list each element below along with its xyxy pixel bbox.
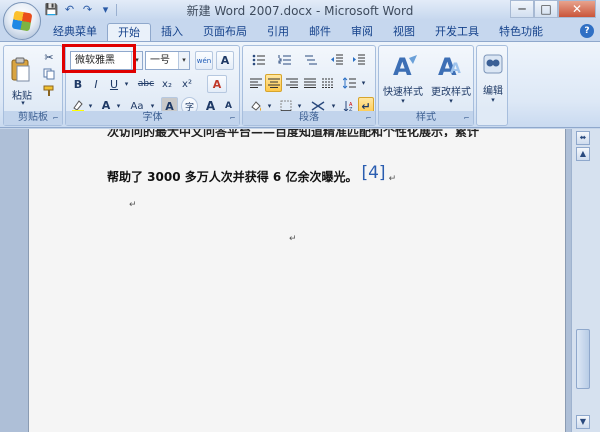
find-icon[interactable] [480, 49, 505, 79]
strikethrough-button[interactable]: abc [136, 75, 156, 93]
paste-icon [11, 57, 30, 82]
scroll-thumb[interactable] [576, 329, 590, 389]
change-styles-icon[interactable]: AA [429, 49, 471, 83]
justify-icon[interactable] [301, 74, 318, 92]
align-center-icon[interactable] [265, 74, 282, 92]
clear-formatting-button[interactable]: A [207, 75, 227, 93]
office-logo-icon [11, 10, 33, 32]
bold-button[interactable]: B [70, 75, 86, 93]
tab-9[interactable]: 特色功能 [489, 23, 553, 42]
multilevel-list-icon[interactable] [299, 51, 323, 69]
empty-paragraph-mark-2: ↵ [289, 234, 297, 244]
document-line-partial: 次访问的最大中文问答平台——百度知道精准匹配和个性化展示，累计 [107, 129, 480, 137]
tab-3[interactable]: 页面布局 [193, 23, 257, 42]
cut-icon[interactable]: ✂ [40, 49, 58, 65]
paste-button[interactable] [8, 49, 34, 91]
ribbon: 粘贴 ▾ ✂ 剪贴板 ⌐ 微软雅黑 ▾ 一号 ▾ wén A B I U ▾ a… [0, 41, 600, 128]
clipboard-launcher-icon[interactable]: ⌐ [51, 114, 60, 123]
tab-1[interactable]: 开始 [107, 23, 151, 42]
numbering-icon[interactable] [273, 51, 297, 69]
underline-button[interactable]: U [106, 75, 122, 93]
align-right-icon[interactable] [283, 74, 300, 92]
ribbon-tabs: 经典菜单 开始 插入 页面布局 引用 邮件 审阅 视图 开发工具 特色功能 [43, 23, 553, 42]
increase-indent-icon[interactable] [349, 51, 369, 69]
font-name-dropdown-icon[interactable]: ▾ [131, 52, 142, 69]
font-group-label: 字体 [66, 111, 239, 125]
align-left-icon[interactable] [247, 74, 264, 92]
paste-dropdown-icon[interactable]: ▾ [18, 99, 28, 107]
decrease-indent-icon[interactable] [327, 51, 347, 69]
format-painter-icon[interactable] [40, 83, 58, 99]
editing-group: 编辑 ▾ [476, 45, 508, 126]
phonetic-guide-button[interactable]: wén [195, 51, 213, 70]
quick-styles-label[interactable]: 快速样式 [379, 83, 427, 98]
scroll-down-button[interactable]: ▼ [576, 415, 590, 429]
quick-styles-dropdown-icon[interactable]: ▾ [379, 97, 427, 105]
line-spacing-icon[interactable] [341, 74, 359, 92]
document-line-2-text: 帮助了 3000 多万人次并获得 6 亿余次曝光。 [107, 170, 358, 184]
font-size-combobox[interactable]: 一号 ▾ [145, 51, 190, 70]
underline-dropdown-icon[interactable]: ▾ [122, 75, 131, 93]
tab-0[interactable]: 经典菜单 [43, 23, 107, 42]
subscript-button[interactable]: x₂ [158, 75, 176, 93]
document-line-2: 帮助了 3000 多万人次并获得 6 亿余次曝光。 [4] ↵ [107, 163, 396, 185]
scroll-up-button[interactable]: ▲ [576, 147, 590, 161]
document-area: 次访问的最大中文问答平台——百度知道精准匹配和个性化展示，累计 帮助了 3000… [0, 129, 571, 432]
line-spacing-dropdown-icon[interactable]: ▾ [359, 74, 368, 92]
bullets-icon[interactable] [247, 51, 271, 69]
reference-superscript[interactable]: [4] [361, 163, 385, 183]
styles-group: A 快速样式 ▾ AA 更改样式 ▾ 样式 ⌐ [378, 45, 474, 126]
title-bar: 💾 ↶ ↷ ▾ 新建 Word 2007.docx - Microsoft Wo… [0, 0, 600, 20]
paragraph-launcher-icon[interactable]: ⌐ [364, 114, 373, 123]
split-handle-icon[interactable]: ⬌ [576, 131, 590, 145]
office-button[interactable] [3, 2, 41, 40]
tab-8[interactable]: 开发工具 [425, 23, 489, 42]
close-button[interactable]: ✕ [558, 0, 596, 18]
tab-2[interactable]: 插入 [151, 23, 193, 42]
paragraph-group-label: 段落 [243, 111, 375, 125]
styles-group-label: 样式 [379, 111, 473, 125]
distributed-icon[interactable] [319, 74, 336, 92]
editing-label[interactable]: 编辑 [477, 82, 509, 97]
paragraph-mark: ↵ [388, 174, 397, 184]
tab-4[interactable]: 引用 [257, 23, 299, 42]
font-size-value: 一号 [150, 55, 170, 66]
minimize-button[interactable]: ─ [510, 0, 534, 18]
font-group: 微软雅黑 ▾ 一号 ▾ wén A B I U ▾ abc x₂ x² A ▾ … [65, 45, 240, 126]
copy-icon[interactable] [40, 66, 58, 82]
tab-6[interactable]: 审阅 [341, 23, 383, 42]
font-name-value: 微软雅黑 [75, 55, 115, 66]
clipboard-group: 粘贴 ▾ ✂ 剪贴板 ⌐ [3, 45, 63, 126]
font-size-dropdown-icon[interactable]: ▾ [178, 52, 189, 69]
styles-launcher-icon[interactable]: ⌐ [462, 114, 471, 123]
font-launcher-icon[interactable]: ⌐ [228, 114, 237, 123]
maximize-button[interactable]: □ [534, 0, 558, 18]
superscript-button[interactable]: x² [178, 75, 196, 93]
paragraph-group: ▾ ▾ ▾ ▾ AZ ↵ 段落 ⌐ [242, 45, 376, 126]
change-styles-label[interactable]: 更改样式 [427, 83, 475, 98]
empty-paragraph-mark: ↵ [129, 200, 137, 210]
window-controls: ─ □ ✕ [510, 0, 596, 18]
change-styles-dropdown-icon[interactable]: ▾ [427, 97, 475, 105]
font-name-combobox[interactable]: 微软雅黑 ▾ [70, 51, 143, 70]
editing-dropdown-icon[interactable]: ▾ [477, 96, 509, 104]
vertical-scrollbar[interactable]: ⬌ ▲ ▼ [571, 129, 600, 432]
document-page[interactable]: 次访问的最大中文问答平台——百度知道精准匹配和个性化展示，累计 帮助了 3000… [28, 129, 566, 432]
character-border-button[interactable]: A [216, 51, 234, 70]
svg-text:A: A [393, 53, 412, 80]
help-icon[interactable]: ? [580, 24, 594, 38]
tab-7[interactable]: 视图 [383, 23, 425, 42]
ribbon-tab-row: 经典菜单 开始 插入 页面布局 引用 邮件 审阅 视图 开发工具 特色功能 ? [0, 20, 600, 42]
svg-text:A: A [450, 61, 461, 77]
italic-button[interactable]: I [88, 75, 104, 93]
tab-5[interactable]: 邮件 [299, 23, 341, 42]
quick-styles-icon[interactable]: A [383, 49, 427, 83]
